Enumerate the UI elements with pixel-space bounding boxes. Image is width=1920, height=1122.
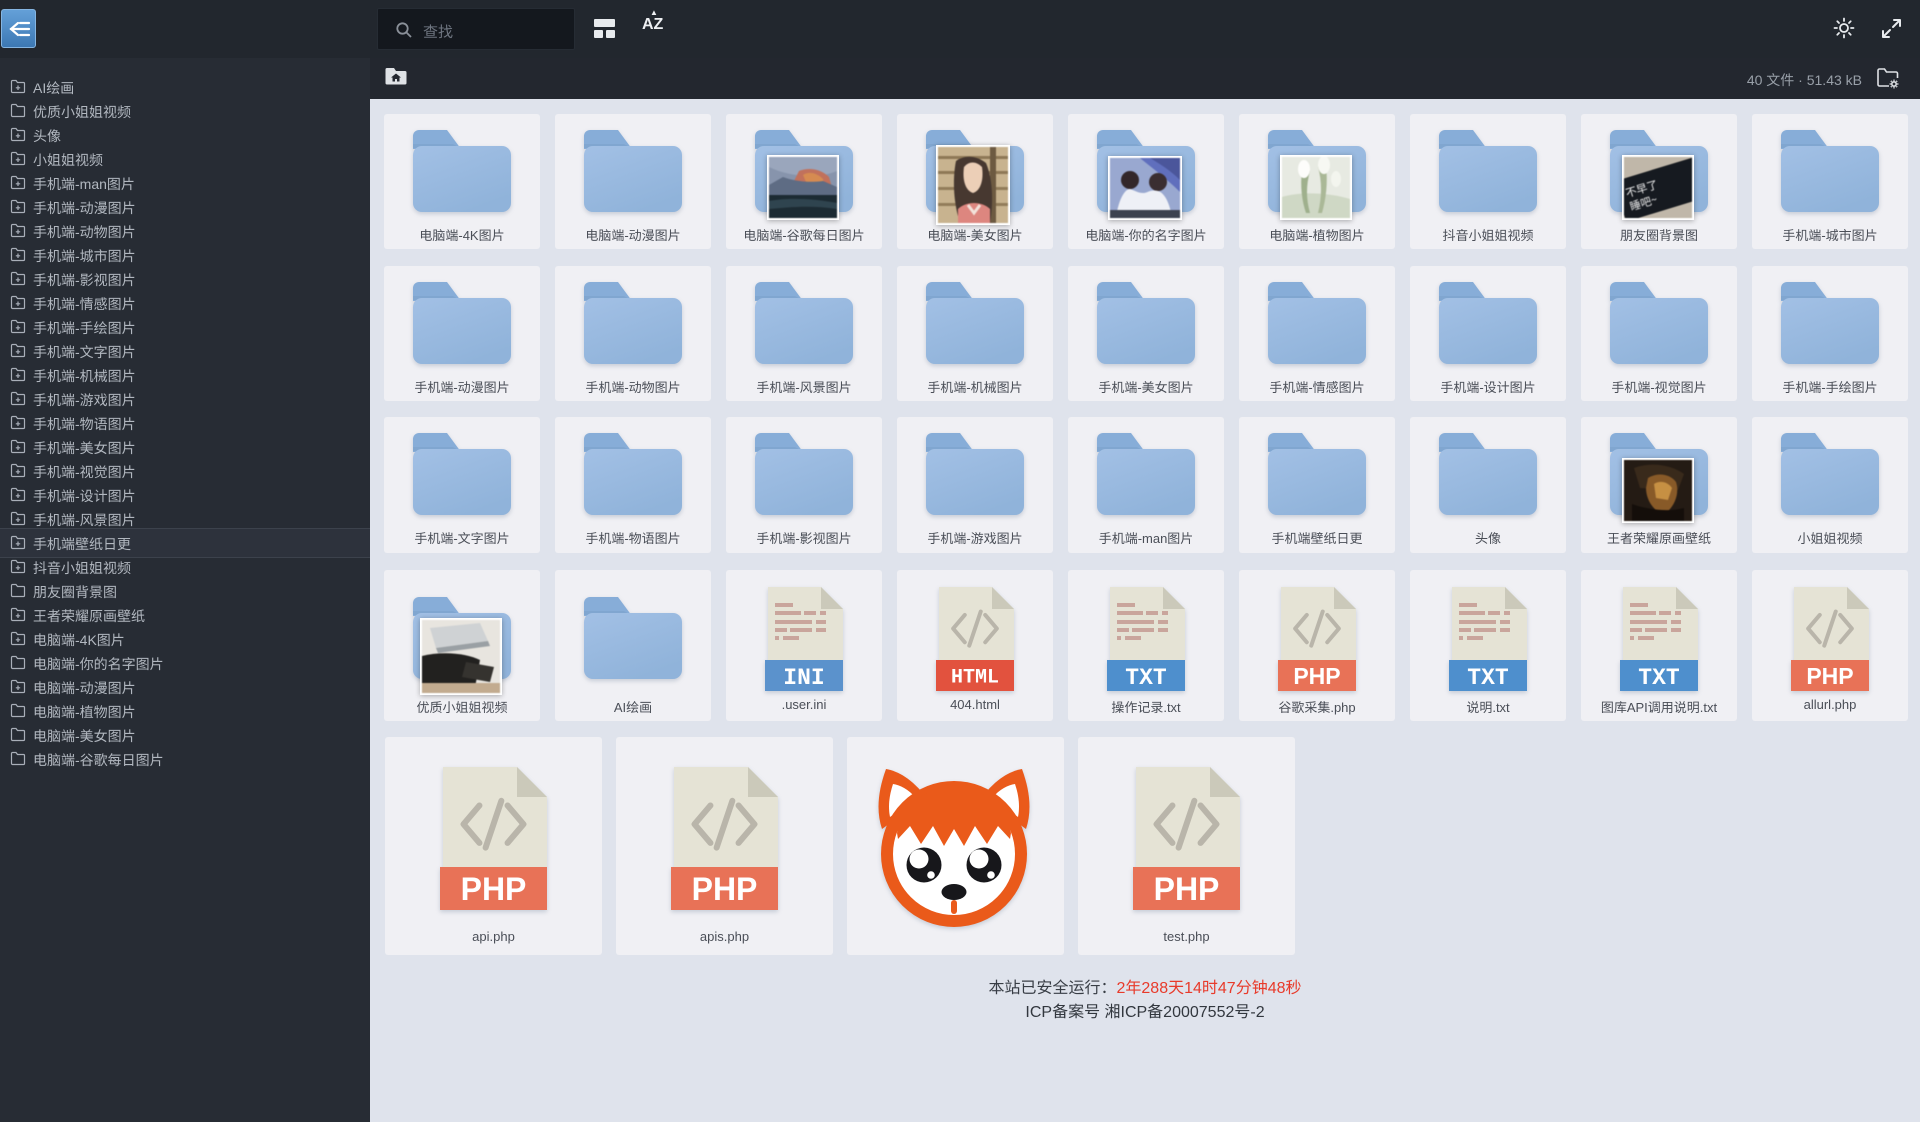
svg-text:TXT: TXT	[1125, 665, 1167, 691]
svg-text:PHP: PHP	[1293, 663, 1340, 689]
svg-text:PHP: PHP	[692, 871, 758, 907]
svg-text:HTML: HTML	[951, 667, 999, 690]
svg-text:PHP: PHP	[461, 871, 527, 907]
svg-text:TXT: TXT	[1467, 665, 1509, 691]
svg-text:PHP: PHP	[1154, 871, 1220, 907]
svg-text:INI: INI	[783, 665, 824, 691]
svg-text:PHP: PHP	[1806, 663, 1853, 689]
svg-text:TXT: TXT	[1638, 665, 1680, 691]
